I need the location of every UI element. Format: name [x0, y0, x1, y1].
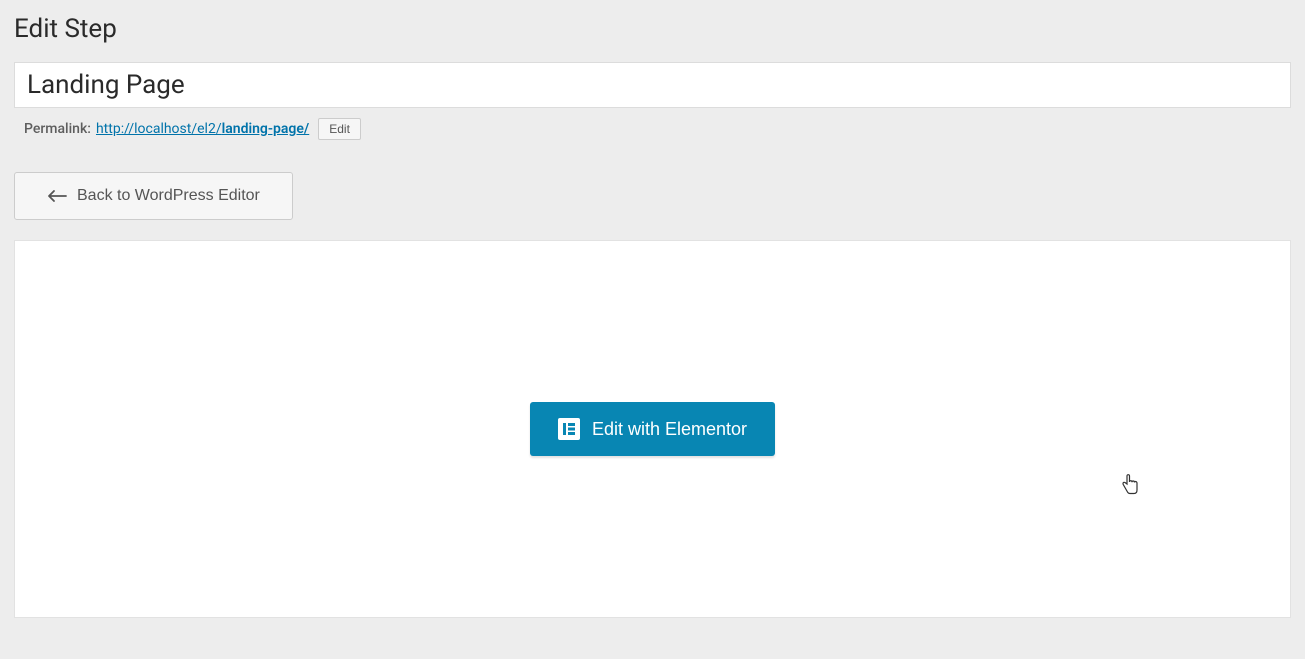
arrow-left-icon — [47, 189, 67, 203]
permalink-row: Permalink: http://localhost/el2/landing-… — [14, 118, 1291, 140]
post-title-input[interactable] — [14, 62, 1291, 108]
elementor-button-label: Edit with Elementor — [592, 419, 747, 440]
back-to-wordpress-button[interactable]: Back to WordPress Editor — [14, 172, 293, 220]
back-button-label: Back to WordPress Editor — [77, 187, 260, 205]
editor-area: Edit with Elementor — [14, 240, 1291, 618]
edit-with-elementor-button[interactable]: Edit with Elementor — [530, 402, 775, 456]
permalink-label: Permalink: — [24, 121, 91, 137]
elementor-icon — [558, 418, 580, 440]
page-title: Edit Step — [14, 14, 1291, 44]
permalink-base: http://localhost/el2/ — [96, 121, 222, 137]
permalink-edit-button[interactable]: Edit — [318, 118, 361, 140]
permalink-link[interactable]: http://localhost/el2/landing-page/ — [96, 121, 309, 137]
permalink-slug: landing-page/ — [222, 121, 310, 137]
